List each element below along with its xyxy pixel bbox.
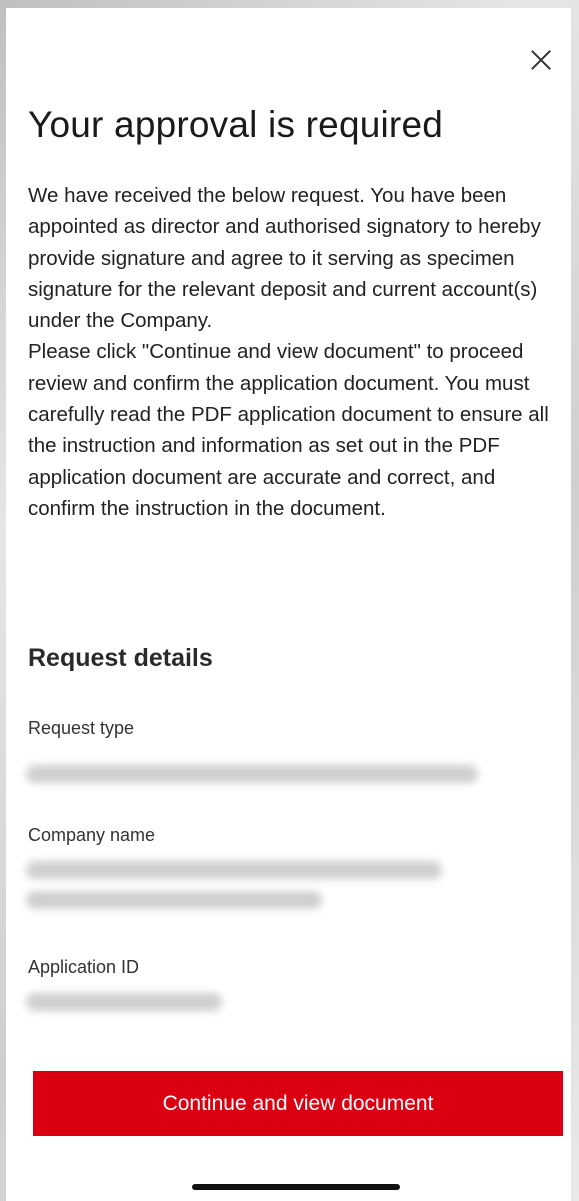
continue-and-view-document-button[interactable]: Continue and view document	[33, 1071, 563, 1136]
home-indicator	[192, 1184, 400, 1190]
intro-text: We have received the below request. You …	[28, 180, 563, 524]
page-title: Your approval is required	[28, 104, 443, 145]
application-id-label: Application ID	[28, 957, 140, 977]
intro-paragraph-1: We have received the below request. You …	[28, 184, 541, 333]
intro-paragraph-2: Please click "Continue and view document…	[28, 340, 549, 520]
request-type-label: Request type	[28, 718, 135, 738]
request-details-heading: Request details	[28, 644, 213, 672]
company-name-value-redacted-line-2	[26, 891, 322, 909]
company-name-value-redacted-line-1	[26, 861, 442, 879]
application-id-value-redacted	[26, 993, 222, 1011]
close-icon[interactable]	[525, 44, 557, 76]
company-name-label: Company name	[28, 825, 156, 845]
request-type-value-redacted	[26, 765, 478, 783]
approval-sheet: Your approval is required We have receiv…	[6, 8, 571, 1201]
